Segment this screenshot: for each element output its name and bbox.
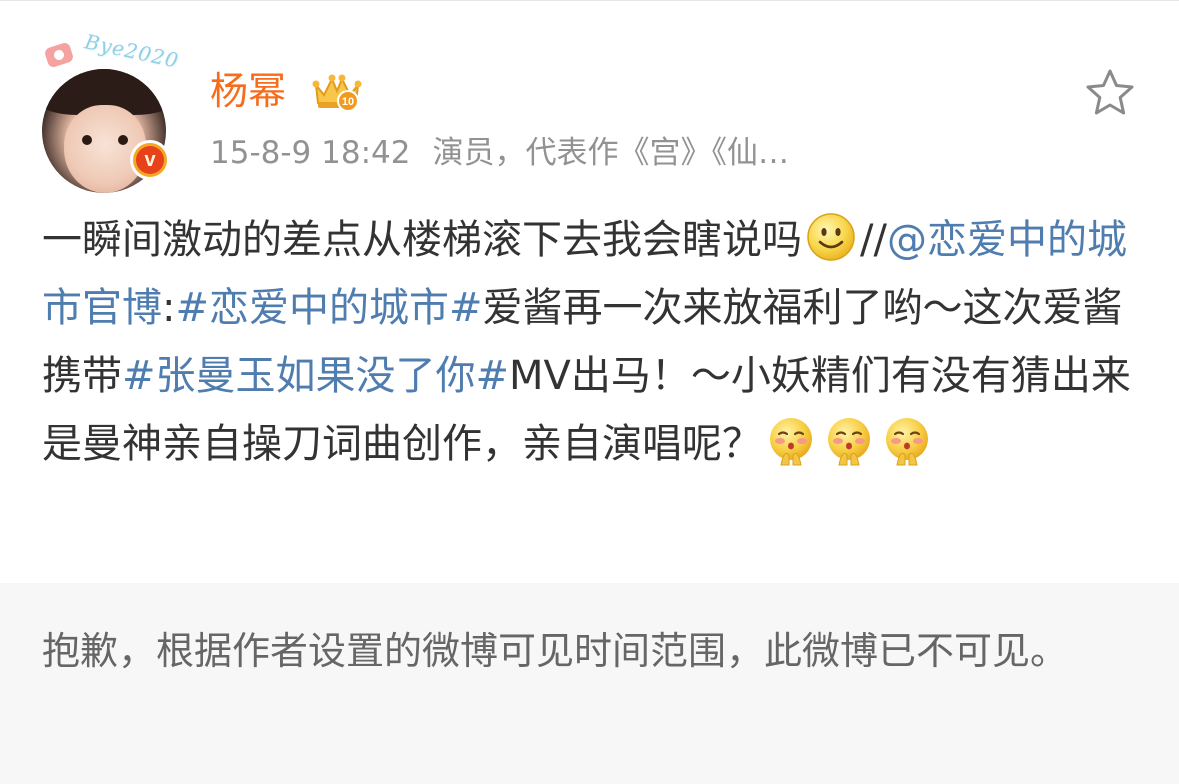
smile-emoji-icon [807,213,855,261]
shy-emoji-icon [828,418,870,466]
camera-sticker-icon [43,41,75,69]
shy-emoji-icon [770,418,812,466]
content-text: 一瞬间激动的差点从楼梯滚下去我会瞎说吗 [42,217,802,263]
unavailable-notice: 抱歉，根据作者设置的微博可见时间范围，此微博已不可见。 [0,583,1179,784]
shy-emoji-icon [886,418,928,466]
svg-text:10: 10 [342,96,354,108]
author-avatar[interactable]: Bye2020 v [42,29,181,193]
content-text: : [162,285,176,331]
author-bio: 演员，代表作《宫》《仙… [432,135,789,171]
author-name[interactable]: 杨幂 [210,65,286,117]
hashtag-link[interactable]: #恋爱中的城市# [175,285,482,331]
verified-v-icon: v [130,140,170,180]
weibo-post-card: Bye2020 v 杨幂 10 15-8-9 18:42 演员，代表作《宫》《仙…… [0,0,1179,583]
favorite-star-icon[interactable] [1084,67,1136,119]
avatar-badge-text: Bye2020 [82,29,182,73]
vip-crown-icon[interactable]: 10 [310,71,364,113]
notice-text: 抱歉，根据作者设置的微博可见时间范围，此微博已不可见。 [42,629,1069,673]
hashtag-link[interactable]: #张曼玉如果没了你# [122,353,509,399]
repost-separator: // [860,217,887,263]
post-meta: 15-8-9 18:42 演员，代表作《宫》《仙… [210,131,789,175]
post-time: 15-8-9 18:42 [210,135,411,171]
post-content: 一瞬间激动的差点从楼梯滚下去我会瞎说吗 //@恋爱中的城市官博:#恋爱中的城市#… [42,206,1132,478]
